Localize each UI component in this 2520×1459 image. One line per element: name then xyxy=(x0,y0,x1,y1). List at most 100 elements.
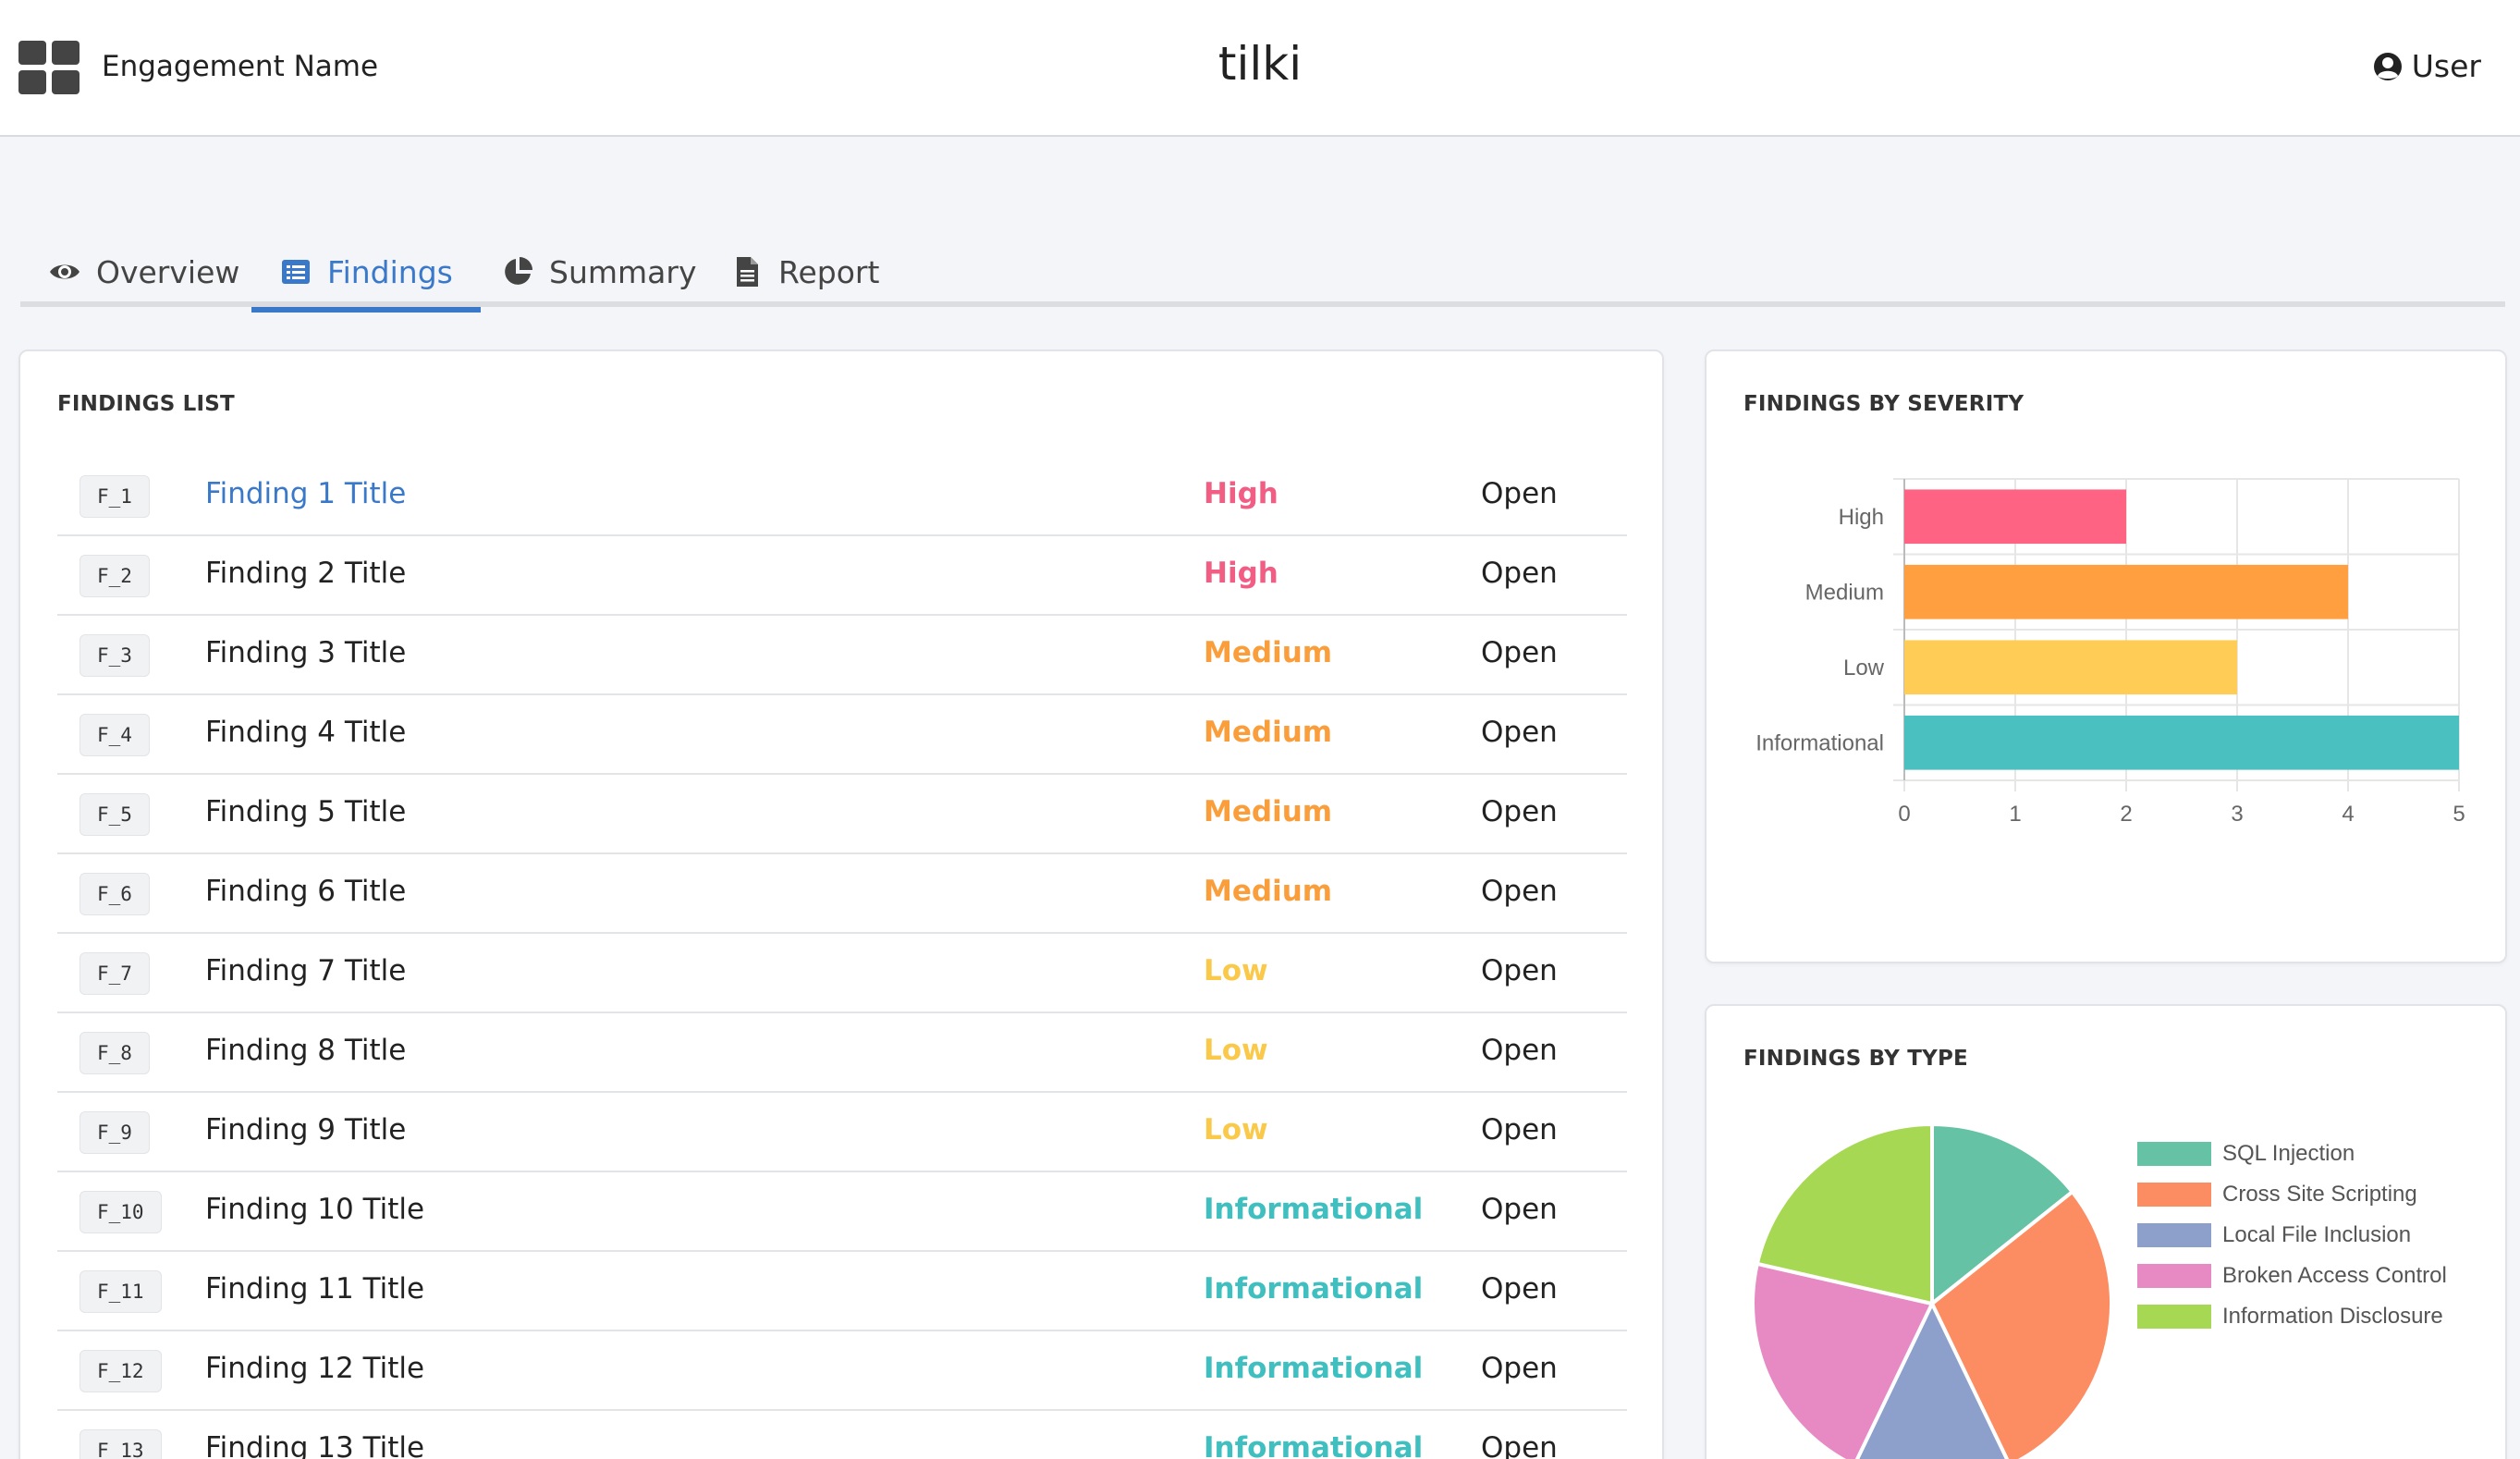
finding-title-link[interactable]: Finding 2 Title xyxy=(205,557,406,590)
finding-id-badge: F_13 xyxy=(80,1429,162,1459)
list-icon xyxy=(282,260,310,284)
legend-item[interactable]: SQL Injection xyxy=(2137,1134,2447,1174)
status-label: Open xyxy=(1481,1034,1558,1067)
legend-swatch xyxy=(2137,1223,2211,1247)
finding-title-link[interactable]: Finding 5 Title xyxy=(205,795,406,828)
legend-label: Information Disclosure xyxy=(2222,1304,2443,1329)
finding-title-link[interactable]: Finding 13 Title xyxy=(205,1431,424,1459)
legend-swatch xyxy=(2137,1264,2211,1288)
severity-label: Informational xyxy=(1204,1352,1424,1385)
x-tick-label: 3 xyxy=(2231,802,2243,827)
finding-title-link[interactable]: Finding 11 Title xyxy=(205,1272,424,1306)
tab-overview[interactable]: Overview xyxy=(20,237,267,307)
x-tick-label: 2 xyxy=(2120,802,2132,827)
status-label: Open xyxy=(1481,1272,1558,1306)
legend-item[interactable]: Broken Access Control xyxy=(2137,1256,2447,1296)
y-tick-label: High xyxy=(1839,505,1884,530)
tab-label: Findings xyxy=(327,253,453,290)
finding-id-badge: F_8 xyxy=(80,1032,150,1074)
table-row[interactable]: F_5 Finding 5 Title Medium Open xyxy=(57,775,1627,854)
finding-id-badge: F_1 xyxy=(80,475,150,518)
finding-id-badge: F_10 xyxy=(80,1191,162,1233)
legend-swatch xyxy=(2137,1305,2211,1329)
table-row[interactable]: F_9 Finding 9 Title Low Open xyxy=(57,1093,1627,1172)
severity-label: Low xyxy=(1204,1113,1268,1146)
table-row[interactable]: F_10 Finding 10 Title Informational Open xyxy=(57,1172,1627,1252)
x-tick-label: 1 xyxy=(2009,802,2021,827)
tab-label: Report xyxy=(778,253,880,290)
finding-title-link[interactable]: Finding 12 Title xyxy=(205,1352,424,1385)
finding-title-link[interactable]: Finding 4 Title xyxy=(205,716,406,749)
status-label: Open xyxy=(1481,477,1558,510)
table-row[interactable]: F_4 Finding 4 Title Medium Open xyxy=(57,695,1627,775)
severity-label: Medium xyxy=(1204,795,1333,828)
severity-label: High xyxy=(1204,477,1278,510)
table-row[interactable]: F_6 Finding 6 Title Medium Open xyxy=(57,854,1627,934)
tab-summary[interactable]: Summary xyxy=(473,237,724,307)
legend-item[interactable]: Cross Site Scripting xyxy=(2137,1174,2447,1215)
finding-title-link[interactable]: Finding 1 Title xyxy=(205,477,406,510)
status-label: Open xyxy=(1481,954,1558,987)
severity-chart-card: FINDINGS BY SEVERITY 0 1 2 3 4 5 High Medium Low… xyxy=(1705,349,2507,963)
pie-chart-icon xyxy=(505,257,532,285)
table-row[interactable]: F_13 Finding 13 Title Informational Open xyxy=(57,1411,1627,1459)
finding-title-link[interactable]: Finding 6 Title xyxy=(205,875,406,908)
legend-item[interactable]: Local File Inclusion xyxy=(2137,1215,2447,1256)
status-label: Open xyxy=(1481,875,1558,908)
table-row[interactable]: F_12 Finding 12 Title Informational Open xyxy=(57,1331,1627,1411)
finding-id-badge: F_4 xyxy=(80,714,150,756)
legend-swatch xyxy=(2137,1142,2211,1166)
y-tick-label: Informational xyxy=(1755,730,1884,755)
tab-report[interactable]: Report xyxy=(703,237,907,307)
finding-title-link[interactable]: Finding 7 Title xyxy=(205,954,406,987)
severity-label: Medium xyxy=(1204,716,1333,749)
x-tick-label: 5 xyxy=(2453,802,2465,827)
table-row[interactable]: F_7 Finding 7 Title Low Open xyxy=(57,934,1627,1013)
user-circle-icon xyxy=(2373,52,2402,80)
finding-id-badge: F_11 xyxy=(80,1270,162,1313)
finding-id-badge: F_7 xyxy=(80,952,150,995)
finding-title-link[interactable]: Finding 9 Title xyxy=(205,1113,406,1146)
severity-label: High xyxy=(1204,557,1278,590)
status-label: Open xyxy=(1481,1193,1558,1226)
findings-table: F_1 Finding 1 Title High Open F_2 Finding 2 T… xyxy=(57,457,1627,1459)
legend-item[interactable]: Information Disclosure xyxy=(2137,1296,2447,1337)
x-tick-label: 0 xyxy=(1898,802,1910,827)
finding-id-badge: F_5 xyxy=(80,793,150,836)
table-row[interactable]: F_2 Finding 2 Title High Open xyxy=(57,536,1627,616)
table-row[interactable]: F_3 Finding 3 Title Medium Open xyxy=(57,616,1627,695)
legend-swatch xyxy=(2137,1183,2211,1207)
eye-icon xyxy=(50,264,80,279)
y-tick-label: Medium xyxy=(1805,580,1884,605)
bar-low xyxy=(1904,640,2237,695)
legend-label: Cross Site Scripting xyxy=(2222,1182,2417,1207)
status-label: Open xyxy=(1481,1431,1558,1459)
status-label: Open xyxy=(1481,795,1558,828)
severity-label: Informational xyxy=(1204,1431,1424,1459)
status-label: Open xyxy=(1481,557,1558,590)
severity-label: Low xyxy=(1204,1034,1268,1067)
finding-title-link[interactable]: Finding 8 Title xyxy=(205,1034,406,1067)
tab-findings[interactable]: Findings xyxy=(251,237,481,313)
table-row[interactable]: F_1 Finding 1 Title High Open xyxy=(57,457,1627,536)
status-label: Open xyxy=(1481,716,1558,749)
table-row[interactable]: F_11 Finding 11 Title Informational Open xyxy=(57,1252,1627,1331)
legend-label: Broken Access Control xyxy=(2222,1263,2447,1288)
severity-label: Medium xyxy=(1204,636,1333,669)
findings-list-card: FINDINGS LIST F_1 Finding 1 Title High Open… xyxy=(18,349,1664,1459)
finding-id-badge: F_6 xyxy=(80,873,150,915)
finding-title-link[interactable]: Finding 10 Title xyxy=(205,1193,424,1226)
finding-title-link[interactable]: Finding 3 Title xyxy=(205,636,406,669)
top-bar: Engagement Name tilki User xyxy=(0,0,2520,137)
severity-label: Informational xyxy=(1204,1193,1424,1226)
status-label: Open xyxy=(1481,1113,1558,1146)
finding-id-badge: F_12 xyxy=(80,1350,162,1392)
bar-medium xyxy=(1904,564,2348,619)
tab-bar: Overview Findings Summary Report xyxy=(20,237,2505,313)
severity-label: Informational xyxy=(1204,1272,1424,1306)
legend-label: SQL Injection xyxy=(2222,1141,2355,1166)
user-menu[interactable]: User xyxy=(2373,48,2481,84)
brand-title: tilki xyxy=(1217,37,1303,91)
finding-id-badge: F_9 xyxy=(80,1111,150,1154)
table-row[interactable]: F_8 Finding 8 Title Low Open xyxy=(57,1013,1627,1093)
